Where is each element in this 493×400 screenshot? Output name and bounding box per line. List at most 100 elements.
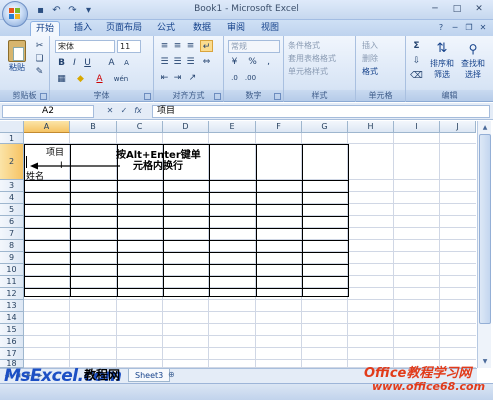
merge-center-icon[interactable]: ⇔ [200, 56, 213, 68]
column-header-c[interactable]: C [117, 121, 163, 133]
row-header-10[interactable]: 10 [0, 264, 24, 276]
align-right-icon[interactable]: ☰ [184, 56, 197, 68]
row-header-5[interactable]: 5 [0, 204, 24, 216]
column-header-f[interactable]: F [256, 121, 302, 133]
bold-button[interactable]: B [55, 57, 68, 69]
minimize-icon[interactable]: ─ [449, 22, 461, 34]
row-header-13[interactable]: 13 [0, 300, 24, 312]
shrink-font-button[interactable]: A [120, 57, 133, 69]
find-select-button[interactable]: ⚲ 查找和 选择 [458, 40, 488, 80]
align-middle-icon[interactable]: ≡ [171, 40, 184, 52]
tab-data[interactable]: 数据 [188, 21, 216, 36]
column-header-d[interactable]: D [163, 121, 209, 133]
column-header-e[interactable]: E [209, 121, 256, 133]
font-color-button[interactable]: A [93, 73, 106, 85]
align-center-icon[interactable]: ☰ [171, 56, 184, 68]
decrease-decimal-icon[interactable]: .00 [244, 72, 257, 84]
row-header-4[interactable]: 4 [0, 192, 24, 204]
row-header-11[interactable]: 11 [0, 276, 24, 288]
scroll-down-icon[interactable]: ▼ [479, 356, 491, 367]
format-painter-icon[interactable]: ✎ [33, 66, 46, 78]
table-format-button[interactable]: 套用表格格式 [288, 53, 336, 65]
sort-filter-button[interactable]: ⇅ 排序和 筛选 [428, 40, 456, 80]
orientation-icon[interactable]: ↗ [186, 72, 199, 84]
align-bottom-icon[interactable]: ≡ [184, 40, 197, 52]
row-header-2[interactable]: 2 [0, 144, 24, 180]
increase-decimal-icon[interactable]: .0 [228, 72, 241, 84]
maximize-icon[interactable]: □ [447, 2, 467, 16]
delete-cells-button[interactable]: 删除 [362, 53, 378, 65]
conditional-format-button[interactable]: 条件格式 [288, 40, 320, 52]
column-header-g[interactable]: G [302, 121, 348, 133]
border-icon[interactable]: ▦ [55, 73, 68, 85]
select-all-corner[interactable] [0, 121, 24, 133]
row-header-16[interactable]: 16 [0, 336, 24, 348]
tab-page-layout[interactable]: 页面布局 [104, 21, 144, 36]
sheet-tab[interactable]: Sheet3 [128, 369, 171, 382]
italic-button[interactable]: I [68, 57, 81, 69]
paste-button[interactable]: 粘贴 [4, 40, 30, 73]
insert-sheet-icon[interactable]: ⊕ [168, 370, 175, 379]
currency-icon[interactable]: ¥ [228, 56, 241, 68]
office-button[interactable] [2, 1, 28, 27]
autosum-button[interactable]: Σ [410, 40, 423, 52]
formula-input[interactable]: 项目 [152, 105, 490, 118]
increase-indent-icon[interactable]: ⇥ [171, 72, 184, 84]
row-header-15[interactable]: 15 [0, 324, 24, 336]
number-format-select[interactable]: 常规 [228, 40, 280, 53]
grow-font-button[interactable]: A [105, 57, 118, 69]
enter-icon[interactable]: ✓ [118, 105, 130, 117]
tab-view[interactable]: 视图 [256, 21, 284, 36]
restore-icon[interactable]: ❐ [463, 22, 475, 34]
tab-review[interactable]: 审阅 [222, 21, 250, 36]
close-icon[interactable]: ✕ [477, 22, 489, 34]
comma-button[interactable]: , [262, 56, 275, 68]
row-header-7[interactable]: 7 [0, 228, 24, 240]
row-header-6[interactable]: 6 [0, 216, 24, 228]
vertical-scrollbar[interactable]: ▲ ▼ [477, 121, 491, 368]
column-header-h[interactable]: H [348, 121, 394, 133]
decrease-indent-icon[interactable]: ⇤ [158, 72, 171, 84]
scroll-up-icon[interactable]: ▲ [479, 122, 491, 133]
cut-icon[interactable]: ✂ [33, 40, 46, 52]
name-box[interactable]: A2 [2, 105, 94, 118]
cell-styles-button[interactable]: 单元格样式 [288, 66, 328, 78]
row-header-14[interactable]: 14 [0, 312, 24, 324]
close-icon[interactable]: ✕ [469, 2, 489, 16]
tab-insert[interactable]: 插入 [68, 21, 98, 36]
insert-function-button[interactable]: fx [132, 105, 144, 117]
scroll-thumb[interactable] [479, 134, 491, 324]
underline-button[interactable]: U [81, 57, 94, 69]
column-header-a[interactable]: A [24, 121, 70, 133]
tab-home[interactable]: 开始 [30, 21, 60, 36]
row-header-3[interactable]: 3 [0, 180, 24, 192]
fill-color-icon[interactable]: ◆ [74, 73, 87, 85]
alignment-launcher-icon[interactable] [214, 93, 221, 100]
clipboard-launcher-icon[interactable] [40, 93, 47, 100]
font-size-select[interactable]: 11 [117, 40, 141, 53]
tab-formulas[interactable]: 公式 [152, 21, 180, 36]
align-top-icon[interactable]: ≡ [158, 40, 171, 52]
font-launcher-icon[interactable] [144, 93, 151, 100]
row-header-12[interactable]: 12 [0, 288, 24, 300]
insert-cells-button[interactable]: 插入 [362, 40, 378, 52]
column-header-j[interactable]: J [440, 121, 476, 133]
font-name-select[interactable]: 宋体 [55, 40, 115, 53]
cancel-icon[interactable]: ✕ [104, 105, 116, 117]
row-header-8[interactable]: 8 [0, 240, 24, 252]
copy-icon[interactable]: ❏ [33, 53, 46, 65]
row-header-9[interactable]: 9 [0, 252, 24, 264]
phonetic-button[interactable]: wén [112, 73, 130, 85]
number-launcher-icon[interactable] [274, 93, 281, 100]
help-icon[interactable]: ? [435, 22, 447, 34]
align-left-icon[interactable]: ☰ [158, 56, 171, 68]
column-header-i[interactable]: I [394, 121, 440, 133]
wrap-text-icon[interactable]: ↵ [200, 40, 213, 52]
clear-icon[interactable]: ⌫ [410, 70, 423, 82]
row-header-1[interactable]: 1 [0, 133, 24, 144]
fill-icon[interactable]: ⇩ [410, 55, 423, 67]
percent-button[interactable]: % [246, 56, 259, 68]
minimize-icon[interactable]: ─ [425, 2, 445, 16]
column-header-b[interactable]: B [70, 121, 117, 133]
format-cells-button[interactable]: 格式 [362, 66, 378, 78]
